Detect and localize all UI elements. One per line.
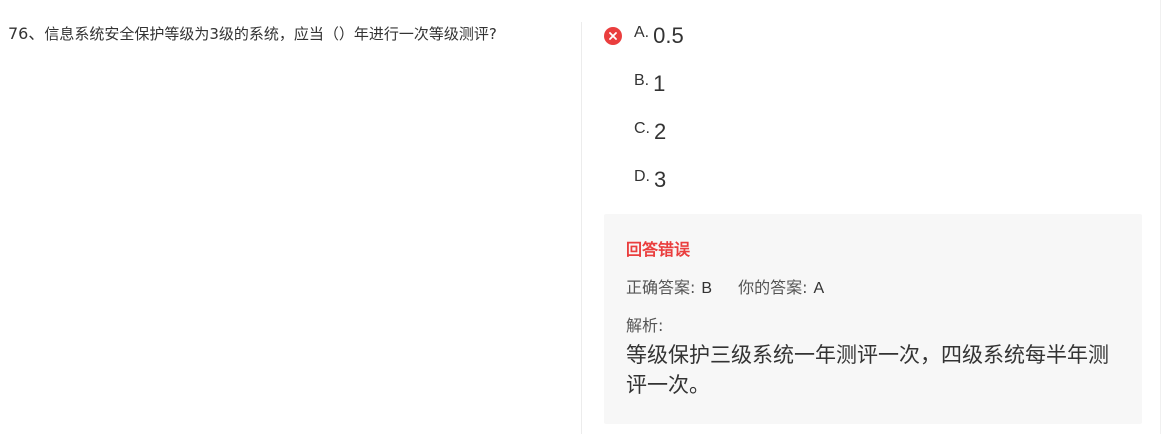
correct-answer-value: B: [701, 280, 713, 297]
close-circle-icon: [604, 27, 622, 45]
option-b-letter: B.: [634, 72, 650, 89]
option-c-mark: [604, 123, 622, 141]
option-a-text: 0.5: [653, 23, 684, 48]
column-divider: [581, 22, 582, 434]
option-a-mark: [604, 27, 622, 45]
analysis-text: 等级保护三级系统一年测评一次，四级系统每半年测评一次。: [626, 343, 1109, 397]
answers-line: 正确答案: B 你的答案: A: [626, 274, 824, 298]
analysis-label: 解析:: [626, 316, 664, 335]
option-d[interactable]: D. 3: [604, 164, 1144, 212]
answer-result-panel: 回答错误 正确答案: B 你的答案: A 解析: 等级保护三级系统一年测评一次，四级系…: [604, 214, 1142, 424]
your-answer-value: A: [813, 280, 825, 297]
question-text: 信息系统安全保护等级为3级的系统，应当（）年进行一次等级测评?: [44, 25, 497, 43]
option-b-mark: [604, 75, 622, 93]
option-a-letter: A.: [634, 24, 650, 41]
question-stem: 76、信息系统安全保护等级为3级的系统，应当（）年进行一次等级测评?: [8, 23, 568, 45]
question-number: 76、: [8, 24, 45, 43]
scrollbar[interactable]: [1160, 0, 1174, 434]
option-b[interactable]: B. 1: [604, 68, 1144, 116]
option-c-letter: C.: [634, 120, 650, 137]
correct-answer-label: 正确答案:: [626, 278, 696, 297]
options-list: A. 0.5 B. 1 C. 2 D. 3: [604, 20, 1144, 212]
option-d-letter: D.: [634, 168, 650, 185]
option-d-mark: [604, 171, 622, 189]
option-c[interactable]: C. 2: [604, 116, 1144, 164]
your-answer-label: 你的答案:: [738, 278, 808, 297]
option-a[interactable]: A. 0.5: [604, 20, 1144, 68]
option-c-text: 2: [654, 119, 667, 144]
option-b-text: 1: [653, 71, 666, 96]
option-d-text: 3: [654, 167, 667, 192]
result-title: 回答错误: [626, 240, 691, 259]
